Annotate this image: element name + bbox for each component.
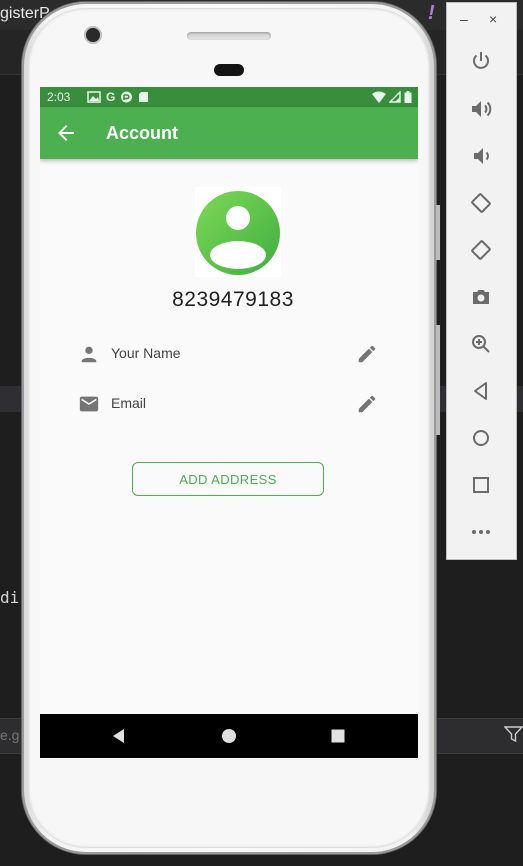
app-bar: Account xyxy=(40,107,418,159)
account-circle-icon xyxy=(196,191,280,275)
name-field-label: Your Name xyxy=(111,345,181,361)
phone-number: 8239479183 xyxy=(172,288,294,311)
image-icon xyxy=(87,91,101,103)
proximity-sensor xyxy=(214,64,244,76)
mail-icon xyxy=(79,396,99,412)
battery-icon xyxy=(404,91,412,103)
email-field[interactable]: Email xyxy=(78,391,378,419)
home-icon[interactable] xyxy=(469,426,493,450)
power-icon[interactable] xyxy=(469,49,493,73)
wifi-icon xyxy=(372,91,386,103)
google-icon: G xyxy=(106,90,116,104)
arrow-back-icon[interactable] xyxy=(54,121,78,145)
name-field[interactable]: Your Name xyxy=(78,341,378,369)
rotate-left-icon[interactable] xyxy=(469,191,493,215)
back-icon[interactable] xyxy=(469,379,493,403)
navigation-bar xyxy=(40,714,418,758)
volume-down-icon[interactable] xyxy=(469,144,493,168)
avatar[interactable] xyxy=(195,187,281,277)
page-title: Account xyxy=(106,123,178,143)
rotate-right-icon[interactable] xyxy=(469,238,493,262)
ide-code-text: di xyxy=(0,588,20,607)
pencil-icon[interactable] xyxy=(356,343,378,365)
emulator-toolbar: – × xyxy=(446,2,517,560)
app-screen: 2:03 G Account 8239479183 Your Name Emai… xyxy=(40,87,418,758)
pocket-icon xyxy=(121,91,133,103)
zoom-icon[interactable] xyxy=(469,332,493,356)
system-icons xyxy=(372,91,412,103)
status-time: 2:03 xyxy=(47,90,71,104)
nav-overview-icon[interactable] xyxy=(328,726,348,746)
filter-icon[interactable] xyxy=(504,725,523,743)
close-icon[interactable]: × xyxy=(489,11,497,27)
more-icon[interactable] xyxy=(469,520,493,544)
add-address-button[interactable]: ADD ADDRESS xyxy=(132,462,324,496)
signal-icon xyxy=(389,91,401,103)
minimize-icon[interactable]: – xyxy=(460,11,468,27)
volume-up-icon[interactable] xyxy=(469,97,493,121)
sd-card-icon xyxy=(139,92,149,102)
person-icon xyxy=(81,346,97,363)
ide-filter-input[interactable]: e.g xyxy=(0,727,19,743)
overview-icon[interactable] xyxy=(469,473,493,497)
power-side-button xyxy=(436,205,440,260)
nav-home-icon[interactable] xyxy=(219,726,239,746)
status-bar: 2:03 G xyxy=(40,87,418,107)
pencil-icon[interactable] xyxy=(356,393,378,415)
nav-back-icon[interactable] xyxy=(109,726,129,746)
front-camera xyxy=(86,28,100,42)
earpiece-speaker xyxy=(187,32,271,40)
email-field-label: Email xyxy=(111,395,147,411)
volume-side-button xyxy=(436,325,440,435)
notification-icons: G xyxy=(87,91,149,103)
ide-warning-icon: ! xyxy=(428,2,435,24)
camera-icon[interactable] xyxy=(469,285,493,309)
